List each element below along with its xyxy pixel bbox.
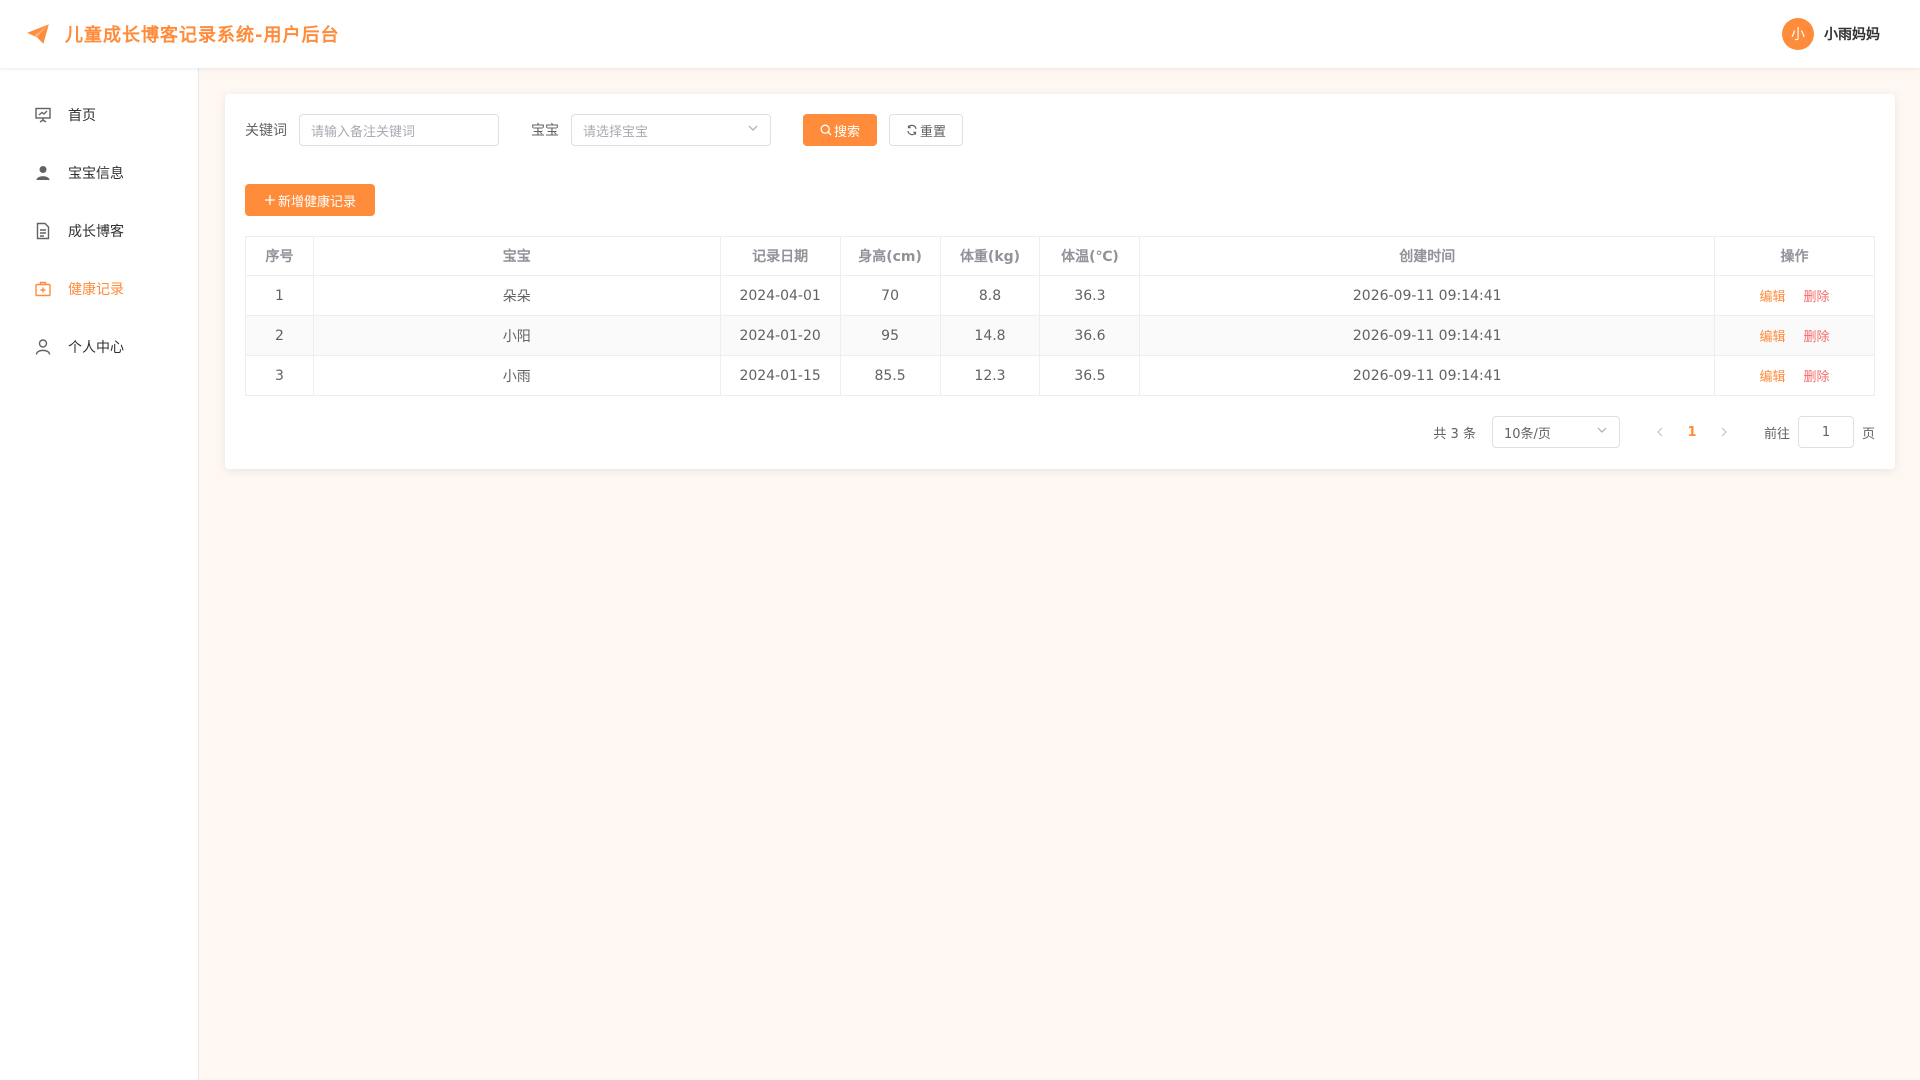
chevron-down-icon xyxy=(1596,424,1608,440)
sidebar-item-label: 个人中心 xyxy=(68,340,124,356)
keyword-placeholder: 请输入备注关键词 xyxy=(311,124,416,140)
delete-link[interactable]: 删除 xyxy=(1804,370,1830,385)
column-header: 宝宝 xyxy=(312,236,721,276)
goto-page-value: 1 xyxy=(1821,424,1831,440)
add-health-record-button[interactable]: 新增健康记录 xyxy=(245,184,375,216)
cell-created-time: 2026-09-11 09:14:41 xyxy=(1139,355,1716,396)
search-icon xyxy=(820,124,832,136)
sidebar-item-health-records[interactable]: 健康记录 xyxy=(0,260,198,318)
cell-temperature: 36.5 xyxy=(1039,355,1141,396)
search-button[interactable]: 搜索 xyxy=(803,114,877,146)
column-header: 操作 xyxy=(1714,236,1875,276)
cell-baby: 朵朵 xyxy=(312,275,721,316)
user-outline-icon xyxy=(34,338,52,356)
cell-weight: 12.3 xyxy=(939,355,1041,396)
goto-page-input[interactable]: 1 xyxy=(1797,416,1854,448)
sidebar-item-label: 首页 xyxy=(68,108,96,124)
sidebar-item-growth-blog[interactable]: 成长博客 xyxy=(0,202,198,260)
cell-index: 2 xyxy=(245,315,314,356)
table-row: 3 小雨 2024-01-15 85.5 12.3 36.5 2026-09-1… xyxy=(245,355,1875,396)
cell-actions: 编辑 删除 xyxy=(1714,275,1875,316)
page-size-select[interactable]: 10条/页 xyxy=(1491,416,1620,448)
sidebar-item-label: 宝宝信息 xyxy=(68,166,124,182)
toolbar: 新增健康记录 xyxy=(245,184,1875,216)
keyword-label: 关键词 xyxy=(245,123,287,139)
chevron-down-icon xyxy=(747,122,759,138)
cell-actions: 编辑 删除 xyxy=(1714,355,1875,396)
keyword-input[interactable]: 请输入备注关键词 xyxy=(299,114,499,146)
search-bar: 关键词 请输入备注关键词 宝宝 请选择宝宝 搜索 重置 xyxy=(245,114,1875,146)
user-icon xyxy=(34,164,52,182)
edit-link[interactable]: 编辑 xyxy=(1760,370,1786,385)
cell-temperature: 36.6 xyxy=(1039,315,1141,356)
sidebar-item-label: 成长博客 xyxy=(68,224,124,240)
brand: 儿童成长博客记录系统-用户后台 xyxy=(25,21,339,47)
medical-kit-icon xyxy=(34,280,52,298)
chevron-left-icon xyxy=(1657,427,1663,437)
reset-button[interactable]: 重置 xyxy=(889,114,963,146)
goto-label: 前往 xyxy=(1763,426,1790,442)
column-header: 序号 xyxy=(245,236,314,276)
sidebar: 首页 宝宝信息 成长博客 健康记录 个人中心 xyxy=(0,68,199,1080)
baby-label: 宝宝 xyxy=(531,123,559,139)
cell-baby: 小阳 xyxy=(312,315,721,356)
cell-date: 2024-04-01 xyxy=(719,275,841,316)
cell-index: 1 xyxy=(245,275,314,316)
cell-temperature: 36.3 xyxy=(1039,275,1141,316)
pagination: 共 3 条 10条/页 1 前往 1 页 xyxy=(1433,416,1875,448)
delete-link[interactable]: 删除 xyxy=(1804,290,1830,305)
health-records-table: 序号 宝宝 记录日期 身高(cm) 体重(kg) 体温(℃) 创建时间 操作 1… xyxy=(245,236,1875,396)
sidebar-item-home[interactable]: 首页 xyxy=(0,86,198,144)
plus-icon xyxy=(264,194,276,206)
goto-suffix: 页 xyxy=(1861,426,1875,442)
edit-link[interactable]: 编辑 xyxy=(1760,290,1786,305)
presentation-icon xyxy=(34,106,52,124)
search-button-label: 搜索 xyxy=(833,124,860,140)
cell-index: 3 xyxy=(245,355,314,396)
app-title: 儿童成长博客记录系统-用户后台 xyxy=(65,25,340,46)
avatar[interactable]: 小 xyxy=(1782,18,1814,50)
refresh-icon xyxy=(906,124,918,136)
next-page-button[interactable] xyxy=(1708,416,1740,448)
paper-plane-icon xyxy=(25,21,51,47)
table-header-row: 序号 宝宝 记录日期 身高(cm) 体重(kg) 体温(℃) 创建时间 操作 xyxy=(245,236,1875,276)
cell-actions: 编辑 删除 xyxy=(1714,315,1875,356)
cell-height: 70 xyxy=(839,275,941,316)
user-name[interactable]: 小雨妈妈 xyxy=(1824,24,1880,44)
cell-date: 2024-01-15 xyxy=(719,355,841,396)
sidebar-item-personal-center[interactable]: 个人中心 xyxy=(0,318,198,376)
column-header: 体温(℃) xyxy=(1039,236,1141,276)
health-records-card: 关键词 请输入备注关键词 宝宝 请选择宝宝 搜索 重置 新增健康记录 序号 宝宝… xyxy=(225,94,1895,469)
prev-page-button[interactable] xyxy=(1644,416,1676,448)
table-row: 1 朵朵 2024-04-01 70 8.8 36.3 2026-09-11 0… xyxy=(245,275,1875,316)
page-number-current[interactable]: 1 xyxy=(1676,416,1708,448)
sidebar-item-baby-info[interactable]: 宝宝信息 xyxy=(0,144,198,202)
chevron-right-icon xyxy=(1721,427,1727,437)
edit-link[interactable]: 编辑 xyxy=(1760,330,1786,345)
document-icon xyxy=(34,222,52,240)
cell-height: 95 xyxy=(839,315,941,356)
cell-created-time: 2026-09-11 09:14:41 xyxy=(1139,275,1716,316)
table-row: 2 小阳 2024-01-20 95 14.8 36.6 2026-09-11 … xyxy=(245,315,1875,356)
cell-date: 2024-01-20 xyxy=(719,315,841,356)
top-header: 儿童成长博客记录系统-用户后台 小 小雨妈妈 xyxy=(0,0,1920,68)
add-button-label: 新增健康记录 xyxy=(277,194,356,210)
column-header: 记录日期 xyxy=(719,236,841,276)
page-size-value: 10条/页 xyxy=(1503,426,1551,442)
baby-select[interactable]: 请选择宝宝 xyxy=(571,114,771,146)
delete-link[interactable]: 删除 xyxy=(1804,330,1830,345)
total-count: 共 3 条 xyxy=(1433,426,1476,442)
baby-select-placeholder: 请选择宝宝 xyxy=(583,124,649,140)
cell-weight: 8.8 xyxy=(939,275,1041,316)
cell-height: 85.5 xyxy=(839,355,941,396)
cell-weight: 14.8 xyxy=(939,315,1041,356)
cell-baby: 小雨 xyxy=(312,355,721,396)
sidebar-item-label: 健康记录 xyxy=(68,282,124,298)
column-header: 创建时间 xyxy=(1139,236,1716,276)
cell-created-time: 2026-09-11 09:14:41 xyxy=(1139,315,1716,356)
column-header: 身高(cm) xyxy=(839,236,941,276)
reset-button-label: 重置 xyxy=(919,124,946,140)
column-header: 体重(kg) xyxy=(939,236,1041,276)
user-menu[interactable]: 小 小雨妈妈 xyxy=(1782,18,1880,50)
